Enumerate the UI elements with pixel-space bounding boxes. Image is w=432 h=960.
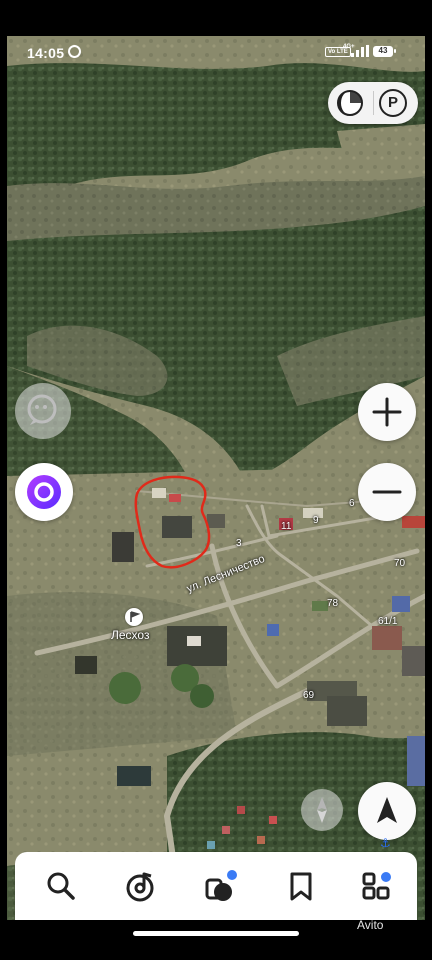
zoom-out-button[interactable] bbox=[358, 463, 416, 521]
status-bar: 14:05 Vo LTE 4G+ 43 bbox=[7, 36, 425, 70]
assistant-button[interactable] bbox=[15, 463, 73, 521]
my-location-button[interactable] bbox=[358, 782, 416, 840]
house-number: 9 bbox=[313, 515, 319, 526]
status-time: 14:05 bbox=[27, 45, 65, 61]
half-moon-icon[interactable] bbox=[335, 88, 365, 118]
house-number: 69 bbox=[303, 690, 315, 701]
place-flag-icon[interactable] bbox=[125, 608, 143, 626]
anchor-marker-icon: ⚓ bbox=[380, 836, 391, 850]
home-indicator[interactable] bbox=[133, 931, 299, 936]
compass-icon bbox=[317, 797, 327, 823]
zoom-in-button[interactable] bbox=[358, 383, 416, 441]
house-number: 61/1 bbox=[378, 616, 398, 627]
parking-button[interactable]: P bbox=[379, 89, 407, 117]
house-number: 78 bbox=[327, 598, 339, 609]
minus-icon bbox=[372, 490, 402, 494]
compass-button[interactable] bbox=[301, 789, 343, 831]
map-layers-control: P bbox=[328, 82, 418, 124]
chat-bubble-icon bbox=[27, 394, 57, 425]
transport-icon bbox=[205, 870, 237, 901]
phone-screen: ул. Лесничество Лесхоз 3 6 9 11 61/1 69 … bbox=[7, 36, 425, 920]
avito-watermark: Avito bbox=[357, 918, 384, 932]
nav-music[interactable] bbox=[121, 866, 161, 906]
nav-transport[interactable] bbox=[201, 866, 241, 906]
nav-services[interactable] bbox=[357, 866, 397, 906]
nav-bookmarks[interactable] bbox=[281, 866, 321, 906]
nav-search[interactable] bbox=[41, 866, 81, 906]
music-icon bbox=[126, 872, 154, 902]
house-number: 3 bbox=[236, 538, 242, 549]
services-icon bbox=[362, 872, 391, 900]
place-label-leskhoz: Лесхоз bbox=[111, 628, 150, 642]
signal-icon bbox=[351, 45, 369, 57]
house-number: 6 bbox=[349, 498, 355, 509]
search-icon bbox=[47, 872, 75, 900]
alarm-icon bbox=[68, 45, 81, 58]
plus-icon bbox=[372, 397, 402, 427]
house-number: 70 bbox=[394, 558, 406, 569]
house-number: 11 bbox=[281, 521, 292, 532]
assistant-icon bbox=[27, 475, 61, 509]
battery-icon: 43 bbox=[373, 46, 396, 57]
pill-divider bbox=[373, 91, 374, 115]
navigation-arrow-icon bbox=[377, 797, 397, 823]
bookmark-icon bbox=[290, 872, 312, 901]
bottom-navigation bbox=[15, 852, 417, 920]
favorites-ghost-button[interactable] bbox=[15, 383, 71, 439]
